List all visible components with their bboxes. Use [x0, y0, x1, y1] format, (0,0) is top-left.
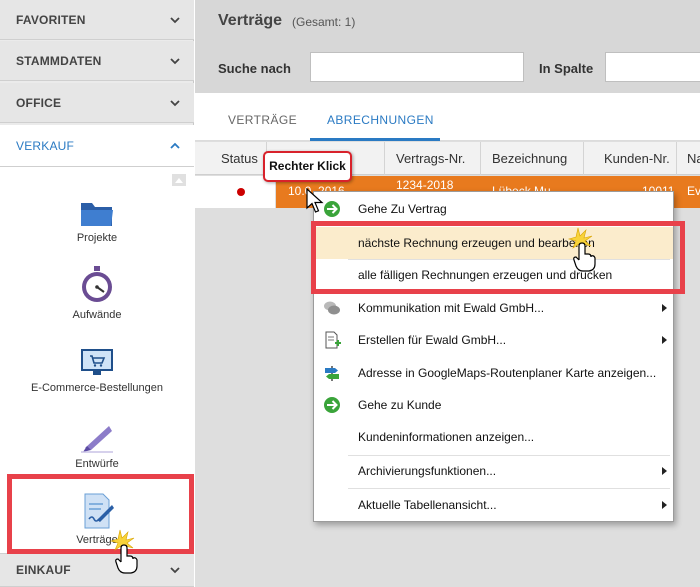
sidebar-item-aufwaende[interactable]: Aufwände	[0, 265, 194, 321]
sidebar-item-label: Aufwände	[72, 309, 122, 321]
column-header-kunden-nr[interactable]: Kunden-Nr.	[584, 142, 677, 175]
menu-item-archivierung[interactable]: Archivierungsfunktionen...	[314, 455, 673, 487]
callout-text: Rechter Klick	[269, 159, 346, 173]
sidebar-section-verkauf[interactable]: VERKAUF	[0, 125, 194, 167]
sidebar-item-projekte[interactable]: Projekte	[0, 198, 194, 244]
shopping-cart-icon	[81, 349, 113, 375]
cell-name: Ev	[687, 184, 700, 198]
active-tab-indicator	[310, 138, 440, 141]
click-hand-icon	[109, 529, 138, 574]
chevron-down-icon	[170, 57, 180, 64]
folder-icon	[81, 203, 113, 226]
menu-item-kundeninformationen[interactable]: Kundeninformationen anzeigen...	[314, 421, 673, 453]
tab-abrechnungen[interactable]: ABRECHNUNGEN	[327, 113, 434, 127]
page-title: Verträge	[218, 12, 283, 29]
sidebar-item-label: Entwürfe	[75, 458, 119, 470]
click-hand-icon	[567, 227, 596, 272]
column-header-vertrags-nr[interactable]: Vertrags-Nr.	[385, 142, 481, 175]
status-dot	[237, 188, 245, 196]
menu-item-kommunikation[interactable]: Kommunikation mit Ewald GmbH...	[314, 292, 673, 324]
sidebar-section-label: STAMMDATEN	[16, 53, 102, 68]
submenu-arrow-icon	[662, 336, 667, 344]
triangle-up-icon	[175, 178, 183, 183]
tab-bar: VERTRÄGE ABRECHNUNGEN	[195, 93, 700, 141]
menu-item-tabellenansicht[interactable]: Aktuelle Tabellenansicht...	[314, 489, 673, 521]
sidebar-section-favoriten[interactable]: FAVORITEN	[0, 0, 194, 40]
record-count: (Gesamt: 1)	[292, 15, 356, 29]
chevron-up-icon	[170, 142, 180, 149]
column-header-bezeichnung[interactable]: Bezeichnung	[481, 142, 584, 175]
green-arrow-icon	[324, 201, 340, 217]
submenu-arrow-icon	[662, 304, 667, 312]
sidebar-section-label: VERKAUF	[16, 138, 75, 153]
cell-contract-no: 1234-2018	[396, 178, 454, 192]
signpost-icon	[325, 366, 339, 381]
sidebar-section-label: FAVORITEN	[16, 12, 86, 27]
stopwatch-icon	[82, 266, 112, 302]
highlight-frame-rechnungen	[311, 221, 685, 294]
column-header-status[interactable]: Status	[195, 142, 267, 175]
sidebar-item-ecommerce[interactable]: E-Commerce-Bestellungen	[0, 348, 194, 394]
sidebar-item-label: E-Commerce-Bestellungen	[30, 382, 164, 394]
submenu-arrow-icon	[662, 501, 667, 509]
tab-vertraege[interactable]: VERTRÄGE	[228, 113, 297, 127]
right-click-callout: Rechter Klick	[263, 151, 352, 182]
column-header-name[interactable]: Na	[677, 142, 700, 175]
sidebar-section-einkauf[interactable]: EINKAUF	[0, 553, 194, 587]
header: Verträge (Gesamt: 1) Suche nach In Spalt…	[195, 0, 700, 93]
menu-item-gehe-zu-kunde[interactable]: Gehe zu Kunde	[314, 389, 673, 421]
menu-item-googlemaps[interactable]: Adresse in GoogleMaps-Routenplaner Karte…	[314, 357, 673, 389]
sidebar-item-entwuerfe[interactable]: Entwürfe	[0, 422, 194, 470]
submenu-arrow-icon	[662, 467, 667, 475]
column-label: In Spalte	[539, 61, 594, 76]
sidebar-section-label: OFFICE	[16, 95, 62, 110]
mouse-pointer-icon	[306, 188, 324, 213]
sidebar-item-label: Projekte	[76, 232, 118, 244]
search-label: Suche nach	[218, 61, 291, 76]
quill-icon	[81, 426, 113, 453]
menu-item-erstellen[interactable]: Erstellen für Ewald GmbH...	[314, 324, 673, 356]
search-input[interactable]	[310, 52, 524, 82]
sidebar-section-label: EINKAUF	[16, 563, 71, 577]
chevron-down-icon	[170, 567, 180, 574]
column-select[interactable]	[605, 52, 700, 82]
new-document-icon	[325, 331, 341, 349]
sidebar-section-stammdaten[interactable]: STAMMDATEN	[0, 41, 194, 81]
green-arrow-icon	[324, 397, 340, 413]
highlight-frame-vertraege	[7, 474, 194, 554]
sidebar-section-office[interactable]: OFFICE	[0, 83, 194, 123]
speech-bubbles-icon	[324, 301, 340, 315]
chevron-down-icon	[170, 16, 180, 23]
chevron-down-icon	[170, 99, 180, 106]
scroll-up-button[interactable]	[172, 174, 186, 186]
